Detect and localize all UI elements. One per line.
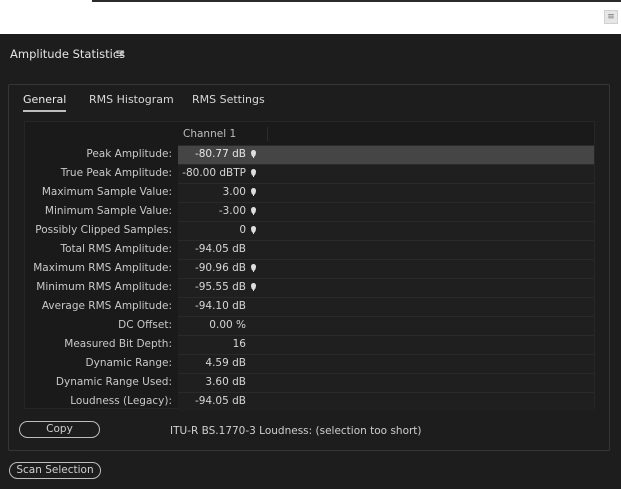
- row-value: -80.77 dB: [194, 148, 246, 160]
- row-label: Dynamic Range:: [85, 357, 172, 369]
- panel-title: Amplitude Statistics: [10, 47, 126, 61]
- row-label: Maximum RMS Amplitude:: [33, 262, 172, 274]
- copy-button[interactable]: Copy: [19, 421, 100, 438]
- tab-rms-settings[interactable]: RMS Settings: [192, 93, 265, 106]
- row-value: -3.00: [218, 205, 246, 217]
- row-label: Minimum Sample Value:: [44, 205, 172, 217]
- table-row[interactable]: Loudness (Legacy): -94.05 dB: [25, 392, 594, 411]
- statistics-frame: General RMS Histogram RMS Settings Chann…: [8, 84, 610, 451]
- table-row[interactable]: Possibly Clipped Samples: 0: [25, 221, 594, 240]
- row-value: 0: [239, 224, 246, 236]
- row-label: Minimum RMS Amplitude:: [36, 281, 172, 293]
- window-top-strip: ≡: [0, 0, 621, 34]
- hamburger-menu-icon[interactable]: ≡: [115, 46, 125, 60]
- tab-general[interactable]: General: [23, 93, 67, 112]
- table-row[interactable]: True Peak Amplitude: -80.00 dBTP: [25, 164, 594, 183]
- row-label: Possibly Clipped Samples:: [35, 224, 172, 236]
- table-row[interactable]: Total RMS Amplitude: -94.05 dB: [25, 240, 594, 259]
- table-row[interactable]: Dynamic Range Used: 3.60 dB: [25, 373, 594, 392]
- top-divider: [92, 0, 621, 2]
- column-header-channel-1: Channel 1: [183, 128, 237, 140]
- tab-rms-histogram[interactable]: RMS Histogram: [89, 93, 174, 106]
- table-row[interactable]: Measured Bit Depth: 16: [25, 335, 594, 354]
- tab-rms-settings-label: RMS Settings: [192, 93, 265, 106]
- scroll-button-icon[interactable]: ≡: [604, 10, 618, 24]
- scan-selection-button[interactable]: Scan Selection: [9, 462, 101, 479]
- statistics-table[interactable]: Channel 1 Peak Amplitude: -80.77 dB True P…: [24, 121, 595, 411]
- row-value: -80.00 dBTP: [182, 167, 246, 179]
- row-label: Dynamic Range Used:: [55, 376, 172, 388]
- row-value: 0.00 %: [209, 319, 246, 331]
- row-value: 4.59 dB: [205, 357, 246, 369]
- row-value: 3.60 dB: [205, 376, 246, 388]
- row-value: 3.00: [222, 186, 246, 198]
- row-value: -94.05 dB: [194, 243, 246, 255]
- row-value: -94.10 dB: [194, 300, 246, 312]
- row-label: True Peak Amplitude:: [60, 167, 172, 179]
- table-row[interactable]: DC Offset: 0.00 %: [25, 316, 594, 335]
- loudness-readout: ITU-R BS.1770-3 Loudness: (selection too…: [170, 425, 422, 437]
- table-row[interactable]: Maximum Sample Value: 3.00: [25, 183, 594, 202]
- table-row[interactable]: Peak Amplitude: -80.77 dB: [25, 145, 594, 164]
- row-label: Measured Bit Depth:: [64, 338, 172, 350]
- table-row[interactable]: Minimum Sample Value: -3.00: [25, 202, 594, 221]
- row-label: Peak Amplitude:: [86, 148, 172, 160]
- table-row[interactable]: Dynamic Range: 4.59 dB: [25, 354, 594, 373]
- tab-general-label: General: [23, 93, 67, 106]
- active-tab-underline: [23, 110, 67, 112]
- row-label: Loudness (Legacy):: [70, 395, 172, 407]
- tab-rms-histogram-label: RMS Histogram: [89, 93, 174, 106]
- row-value: 16: [232, 338, 246, 350]
- row-label: DC Offset:: [118, 319, 172, 331]
- table-row[interactable]: Average RMS Amplitude: -94.10 dB: [25, 297, 594, 316]
- panel-header: Amplitude Statistics ≡: [0, 34, 621, 74]
- row-label: Maximum Sample Value:: [41, 186, 172, 198]
- table-row[interactable]: Minimum RMS Amplitude: -95.55 dB: [25, 278, 594, 297]
- row-label: Average RMS Amplitude:: [41, 300, 172, 312]
- row-value: -95.55 dB: [194, 281, 246, 293]
- table-row[interactable]: Maximum RMS Amplitude: -90.96 dB: [25, 259, 594, 278]
- row-label: Total RMS Amplitude:: [60, 243, 172, 255]
- column-header-divider: [267, 127, 268, 141]
- row-value: -94.05 dB: [194, 395, 246, 407]
- row-value: -90.96 dB: [194, 262, 246, 274]
